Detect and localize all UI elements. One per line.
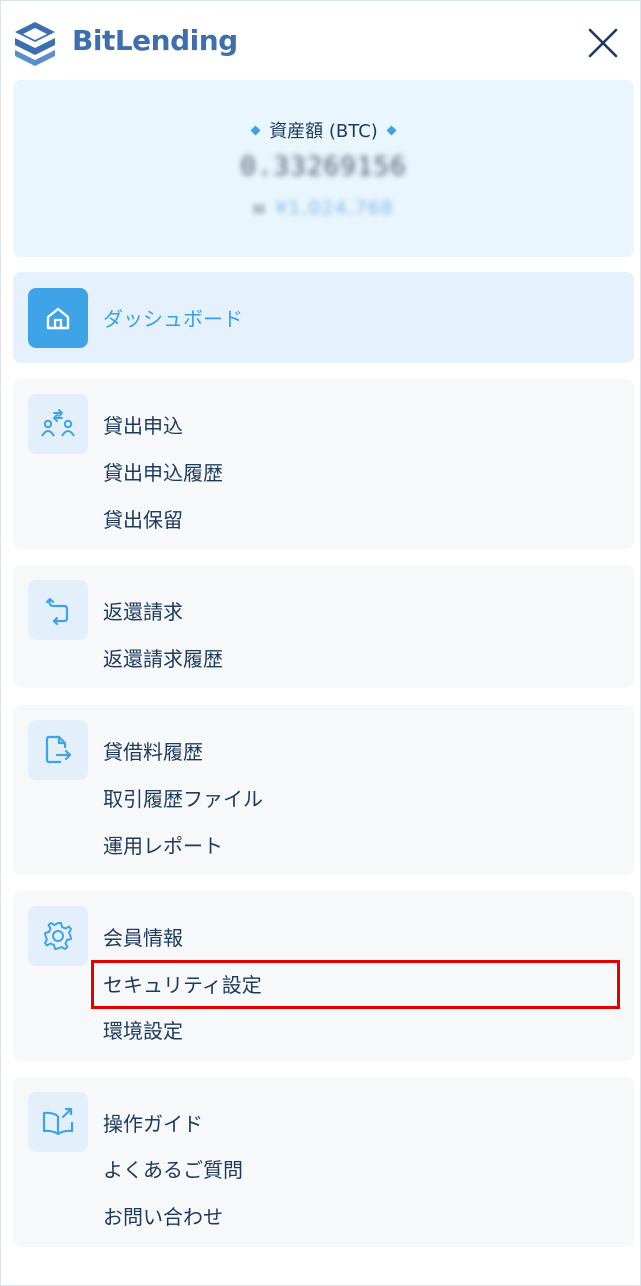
jpy-balance-row: ¥1,024,768 — [13, 197, 634, 219]
btc-balance-row: 0.33269156 — [13, 152, 634, 182]
nav-group-return: 返還請求 返還請求履歴 — [13, 565, 634, 688]
nav-item-environment-settings[interactable]: 環境設定 — [103, 1017, 183, 1045]
nav-group-support: 操作ガイド よくあるご質問 お問い合わせ — [13, 1077, 634, 1247]
nav-item-return-request[interactable]: 返還請求 — [103, 598, 183, 626]
lending-exchange-icon[interactable] — [28, 394, 88, 454]
brand-name: BitLending — [72, 24, 238, 57]
nav-item-fee-history[interactable]: 貸借料履歴 — [103, 738, 203, 766]
nav-item-return-history[interactable]: 返還請求履歴 — [103, 645, 223, 673]
return-icon[interactable] — [28, 580, 88, 640]
nav-item-dashboard[interactable]: ダッシュボード — [103, 305, 243, 333]
nav-item-contact[interactable]: お問い合わせ — [103, 1203, 223, 1231]
file-export-icon[interactable] — [28, 720, 88, 780]
header: BitLending — [0, 0, 641, 80]
bitlending-logo-icon — [15, 22, 55, 66]
nav-item-member-info[interactable]: 会員情報 — [103, 924, 183, 952]
nav-group-lending: 貸出申込 貸出申込履歴 貸出保留 — [13, 379, 634, 549]
gear-icon[interactable] — [28, 906, 88, 966]
close-icon[interactable] — [584, 24, 622, 62]
jpy-balance-value: ¥1,024,768 — [275, 197, 394, 219]
balance-card: 資産額 (BTC) 0.33269156 ¥1,024,768 — [13, 80, 634, 257]
nav-item-lending-history[interactable]: 貸出申込履歴 — [103, 459, 223, 487]
book-share-icon[interactable] — [28, 1092, 88, 1152]
nav-group-reports: 貸借料履歴 取引履歴ファイル 運用レポート — [13, 705, 634, 875]
nav-group-dashboard: ダッシュボード — [13, 272, 634, 363]
nav-item-lending-apply[interactable]: 貸出申込 — [103, 412, 183, 440]
nav-item-investment-report[interactable]: 運用レポート — [103, 832, 223, 860]
nav-item-faq[interactable]: よくあるご質問 — [103, 1156, 243, 1184]
currency-flag-icon — [253, 203, 266, 214]
diamond-icon — [250, 125, 261, 135]
btc-balance-value: 0.33269156 — [240, 152, 407, 182]
nav-item-transaction-file[interactable]: 取引履歴ファイル — [103, 785, 263, 813]
nav-item-lending-hold[interactable]: 貸出保留 — [103, 506, 183, 534]
balance-label: 資産額 (BTC) — [269, 121, 378, 142]
highlight-box — [91, 960, 620, 1009]
diamond-icon — [386, 125, 397, 135]
nav-item-operation-guide[interactable]: 操作ガイド — [103, 1110, 203, 1138]
balance-label-row: 資産額 (BTC) — [13, 117, 634, 143]
home-icon[interactable] — [28, 288, 88, 348]
